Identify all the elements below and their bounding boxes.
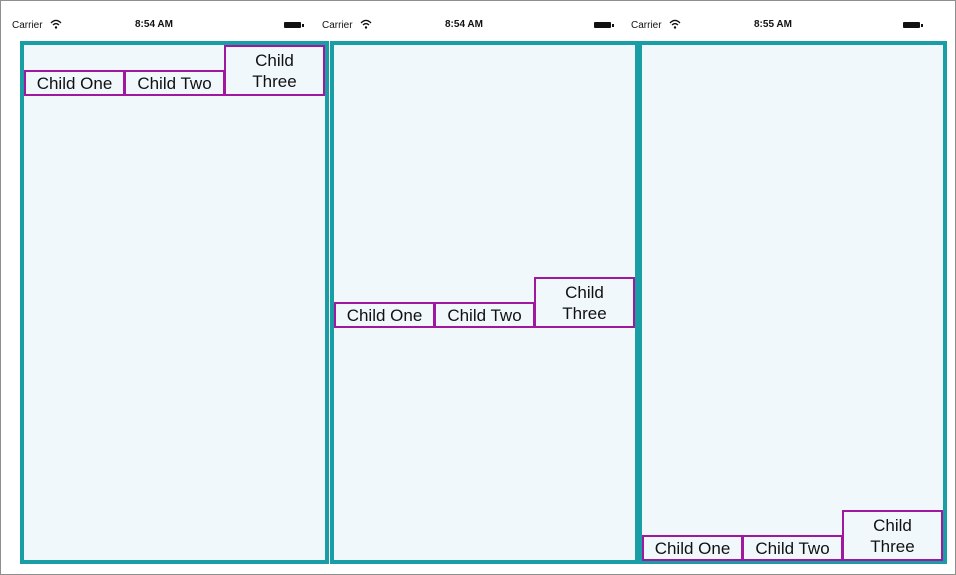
child-three-label-line2: Three bbox=[870, 536, 915, 556]
phone-screen-2: Carrier 8:54 AM Child One Child Two Chil… bbox=[310, 1, 639, 573]
child-one[interactable]: Child One bbox=[334, 302, 435, 328]
status-bar: Carrier 8:54 AM bbox=[0, 1, 308, 41]
child-three-label-line2: Three bbox=[252, 71, 297, 91]
child-one[interactable]: Child One bbox=[642, 535, 743, 561]
container-view: Child One Child Two Child Three bbox=[20, 41, 329, 564]
child-two-label: Child Two bbox=[137, 73, 212, 93]
child-two-label: Child Two bbox=[755, 538, 830, 558]
children-row: Child One Child Two Child Three bbox=[24, 45, 325, 96]
phone-screen-3: Carrier 8:55 AM Child One Child Two Chil… bbox=[619, 1, 947, 573]
child-two[interactable]: Child Two bbox=[124, 70, 225, 96]
child-three-label-line2: Three bbox=[562, 303, 607, 323]
battery-icon bbox=[284, 22, 304, 28]
container-view: Child One Child Two Child Three bbox=[330, 41, 639, 564]
child-one-label: Child One bbox=[346, 305, 423, 325]
child-two[interactable]: Child Two bbox=[742, 535, 843, 561]
child-three-label-line1: Child bbox=[255, 50, 294, 70]
child-two[interactable]: Child Two bbox=[434, 302, 535, 328]
children-row: Child One Child Two Child Three bbox=[334, 277, 635, 328]
status-time: 8:54 AM bbox=[445, 19, 483, 30]
children-row: Child One Child Two Child Three bbox=[642, 510, 943, 561]
status-bar: Carrier 8:55 AM bbox=[619, 1, 927, 41]
container-view: Child One Child Two Child Three bbox=[638, 41, 947, 564]
child-two-label: Child Two bbox=[447, 305, 522, 325]
battery-icon bbox=[903, 22, 923, 28]
battery-icon bbox=[594, 22, 614, 28]
child-three-label-line1: Child bbox=[565, 282, 604, 302]
phone-screen-1: Carrier 8:54 AM Child One Child Two Chil… bbox=[0, 1, 329, 573]
child-three-label-line1: Child bbox=[873, 515, 912, 535]
child-one-label: Child One bbox=[654, 538, 731, 558]
status-time: 8:55 AM bbox=[754, 19, 792, 30]
child-three[interactable]: Child Three bbox=[842, 510, 943, 561]
status-bar: Carrier 8:54 AM bbox=[310, 1, 618, 41]
status-time: 8:54 AM bbox=[135, 19, 173, 30]
child-one[interactable]: Child One bbox=[24, 70, 125, 96]
child-one-label: Child One bbox=[36, 73, 113, 93]
